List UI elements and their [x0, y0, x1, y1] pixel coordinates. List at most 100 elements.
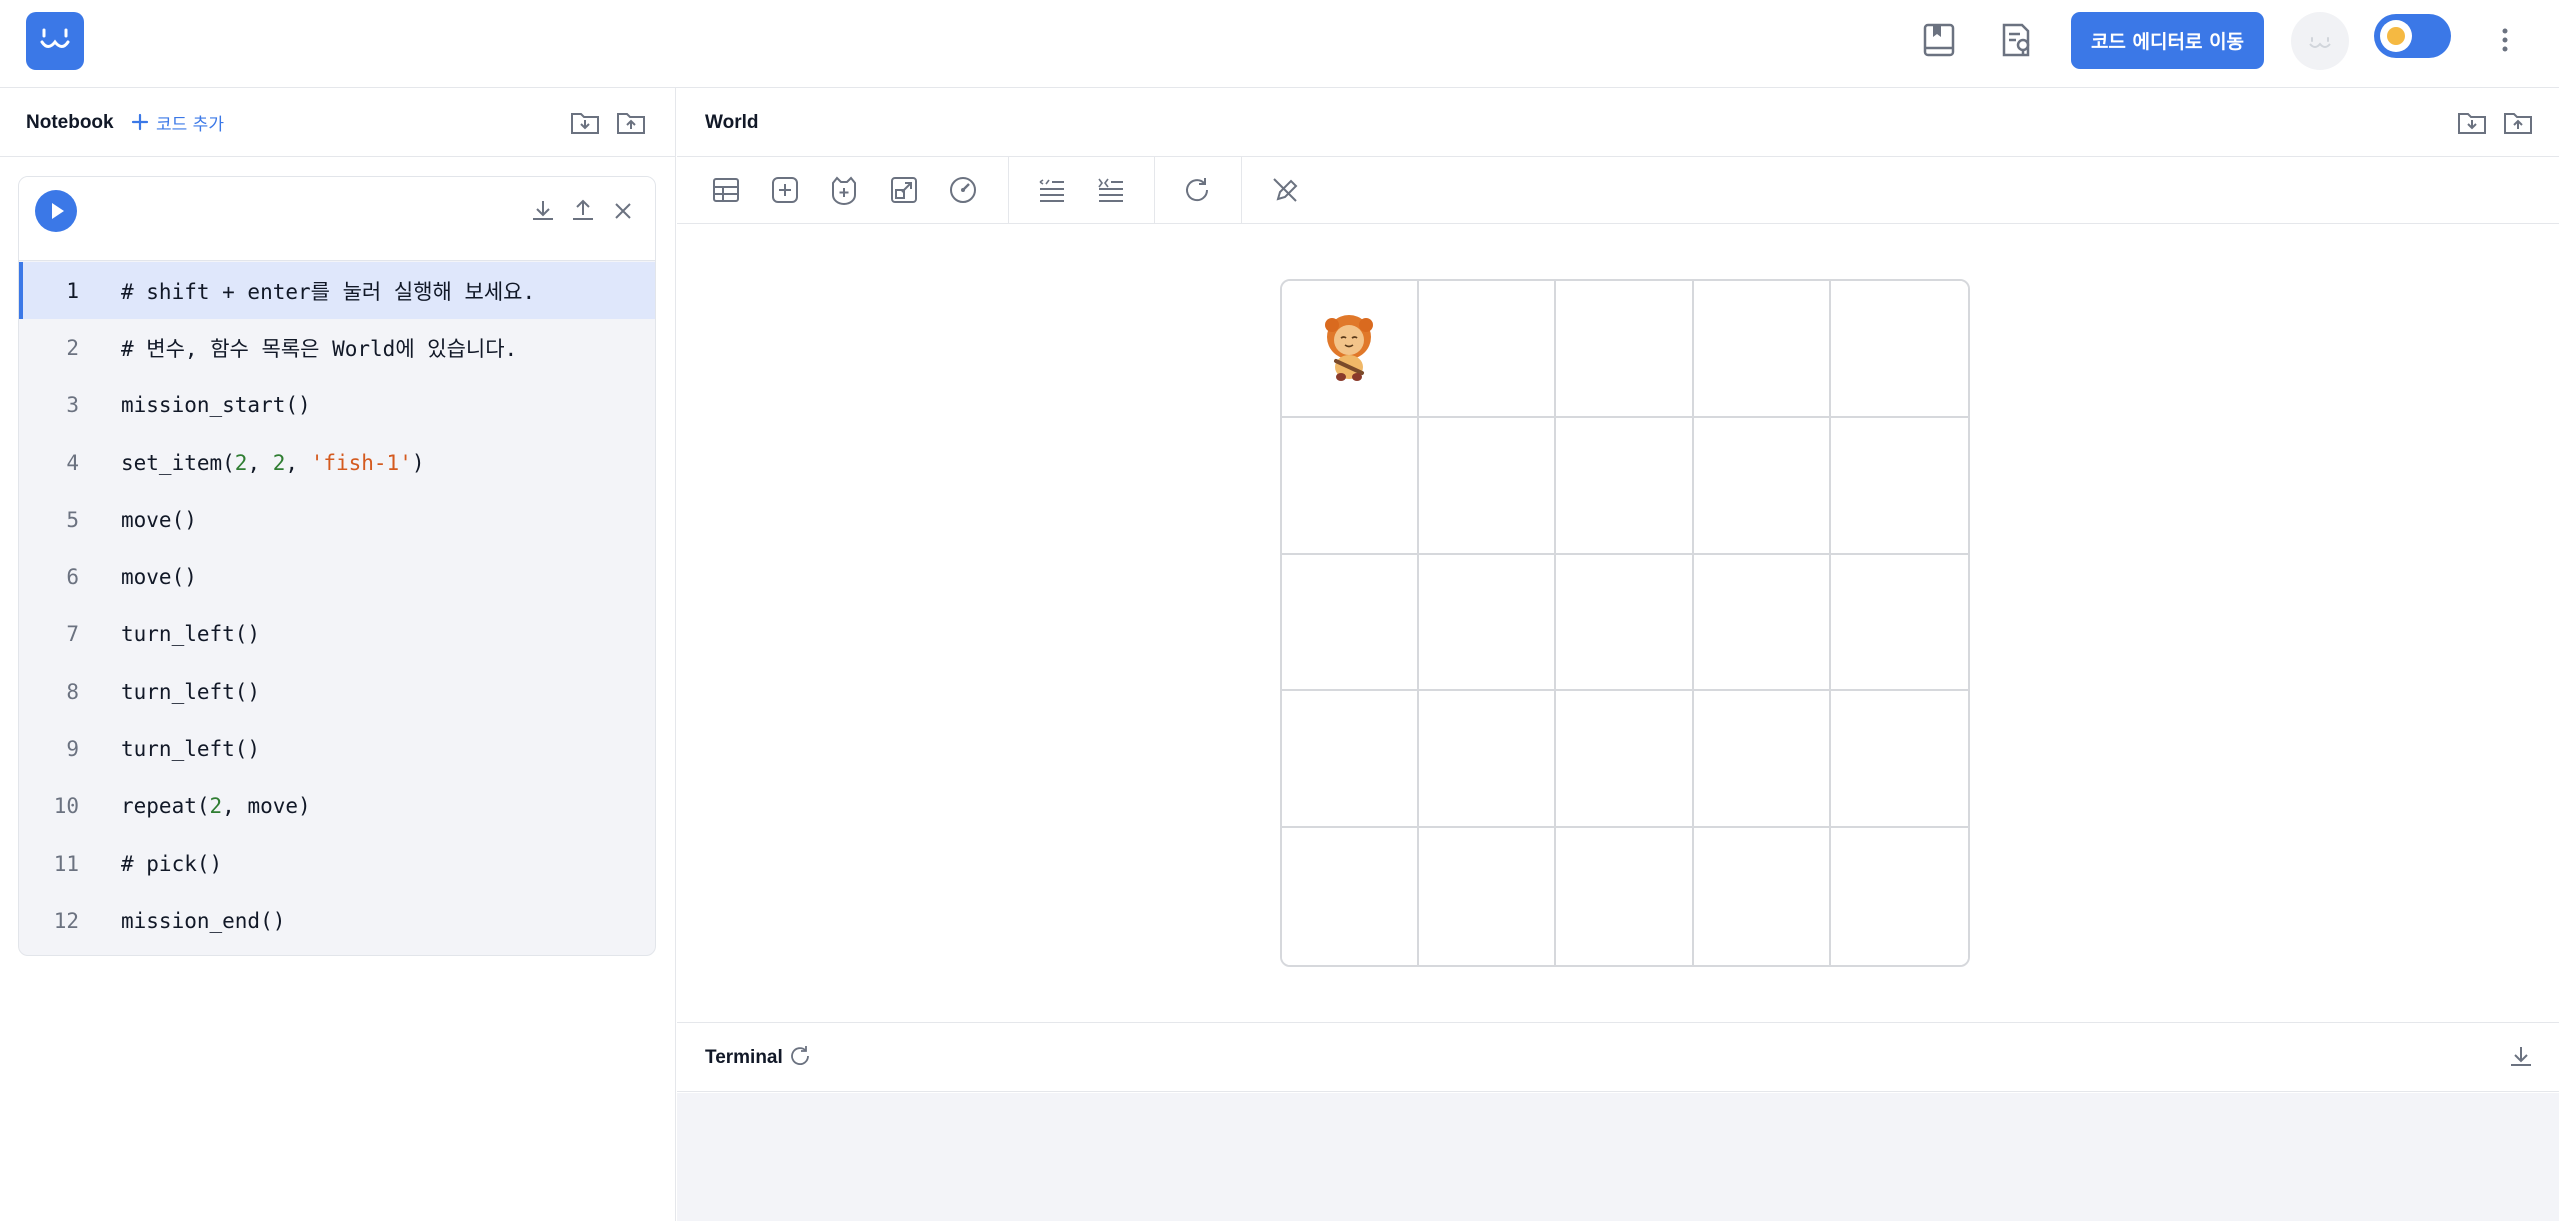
- folder-upload-icon[interactable]: [615, 106, 647, 138]
- code-line[interactable]: 2 # 변수, 함수 목록은 World에 있습니다.: [19, 319, 655, 376]
- plus-icon: [131, 113, 149, 131]
- number-literal: 2: [272, 450, 286, 475]
- world-grid[interactable]: [1280, 279, 1970, 967]
- line-number: 7: [66, 622, 79, 647]
- speed-gauge-icon[interactable]: [946, 173, 980, 207]
- run-button[interactable]: [35, 190, 77, 232]
- world-title: World: [705, 112, 759, 133]
- code-text: # 변수, 함수 목록은 World에 있습니다.: [121, 336, 518, 361]
- more-vertical-icon[interactable]: [2490, 20, 2520, 60]
- world-header: World: [677, 88, 2559, 157]
- folder-download-icon[interactable]: [2456, 106, 2488, 138]
- code-text: mission_start(): [121, 393, 311, 418]
- code-text: move(): [121, 507, 197, 532]
- code-line[interactable]: 7 turn_left(): [19, 606, 655, 663]
- grid-cell[interactable]: [1419, 691, 1557, 829]
- app-logo[interactable]: [26, 12, 84, 70]
- code-line[interactable]: 11 # pick(): [19, 835, 655, 892]
- toolbar-divider: [1154, 157, 1155, 224]
- code-line[interactable]: 5 move(): [19, 491, 655, 548]
- line-number: 3: [66, 393, 79, 418]
- book-icon[interactable]: [1919, 20, 1959, 60]
- grid-cell[interactable]: [1282, 554, 1420, 692]
- theme-toggle[interactable]: [2374, 14, 2451, 58]
- code-text: turn_left(): [121, 679, 261, 704]
- grid-size-icon[interactable]: [709, 173, 743, 207]
- line-number: 9: [66, 737, 79, 762]
- grid-cell[interactable]: [1693, 828, 1831, 965]
- grid-cell[interactable]: [1282, 281, 1420, 418]
- grid-cell[interactable]: [1419, 281, 1557, 418]
- download-icon[interactable]: [529, 197, 557, 225]
- grid-cell[interactable]: [1556, 554, 1694, 692]
- variable-list-icon[interactable]: [1094, 173, 1128, 207]
- go-to-code-editor-button[interactable]: 코드 에디터로 이동: [2071, 12, 2264, 69]
- line-number: 11: [53, 851, 79, 876]
- line-number: 6: [66, 565, 79, 590]
- grid-cell[interactable]: [1556, 828, 1694, 965]
- line-number: 5: [66, 507, 79, 532]
- avatar-face-icon: [2309, 37, 2331, 48]
- code-editor[interactable]: 1 # shift + enter를 눌러 실행해 보세요. 2 # 변수, 함…: [19, 262, 655, 950]
- line-number: 8: [66, 679, 79, 704]
- grid-cell[interactable]: [1556, 417, 1694, 555]
- code-text: repeat(2, move): [121, 794, 311, 819]
- code-line[interactable]: 3 mission_start(): [19, 377, 655, 434]
- grid-cell[interactable]: [1419, 417, 1557, 555]
- grid-cell[interactable]: [1556, 691, 1694, 829]
- toolbar-divider: [1241, 157, 1242, 224]
- reset-icon[interactable]: [1180, 173, 1214, 207]
- code-line[interactable]: 6 move(): [19, 548, 655, 605]
- grid-cell[interactable]: [1830, 691, 1968, 829]
- code-line[interactable]: 1 # shift + enter를 눌러 실행해 보세요.: [19, 262, 655, 320]
- code-line[interactable]: 12 mission_end(): [19, 892, 655, 949]
- code-line[interactable]: 9 turn_left(): [19, 720, 655, 777]
- code-line[interactable]: 4 set_item(2, 2, 'fish-1'): [19, 434, 655, 491]
- code-line[interactable]: 8 turn_left(): [19, 663, 655, 720]
- grid-cell[interactable]: [1693, 691, 1831, 829]
- avatar[interactable]: [2291, 12, 2349, 70]
- grid-cell[interactable]: [1830, 281, 1968, 418]
- notebook-pane: Notebook 코드 추가 1 # shift + enter를 눌러 실행해…: [0, 88, 676, 1221]
- code-text: turn_left(): [121, 622, 261, 647]
- grid-cell[interactable]: [1282, 691, 1420, 829]
- upload-icon[interactable]: [569, 197, 597, 225]
- grid-cell[interactable]: [1556, 281, 1694, 418]
- download-icon[interactable]: [2507, 1043, 2535, 1071]
- pencil-off-icon[interactable]: [1268, 173, 1302, 207]
- toolbar-divider: [1008, 157, 1009, 224]
- folder-download-icon[interactable]: [569, 106, 601, 138]
- cell-toolbar: [19, 177, 655, 261]
- refresh-icon[interactable]: [787, 1043, 813, 1069]
- grid-cell[interactable]: [1419, 554, 1557, 692]
- play-icon: [52, 203, 64, 219]
- code-list-icon[interactable]: [1035, 173, 1069, 207]
- grid-cell[interactable]: [1693, 281, 1831, 418]
- code-text: move(): [121, 565, 197, 590]
- grid-cell[interactable]: [1419, 828, 1557, 965]
- add-code-button[interactable]: 코드 추가: [130, 108, 224, 136]
- grid-cell[interactable]: [1693, 417, 1831, 555]
- document-search-icon[interactable]: [1996, 20, 2036, 60]
- grid-cell[interactable]: [1830, 417, 1968, 555]
- grid-cell[interactable]: [1830, 554, 1968, 692]
- string-literal: 'fish-1': [310, 450, 412, 475]
- code-line[interactable]: 10 repeat(2, move): [19, 778, 655, 835]
- grid-cell[interactable]: [1282, 828, 1420, 965]
- add-item-icon[interactable]: [768, 173, 802, 207]
- grid-cell[interactable]: [1693, 554, 1831, 692]
- grid-cell[interactable]: [1282, 417, 1420, 555]
- terminal-output[interactable]: [677, 1093, 2559, 1221]
- number-literal: 2: [234, 450, 248, 475]
- grid-cell[interactable]: [1830, 828, 1968, 965]
- close-icon[interactable]: [609, 197, 637, 225]
- line-number: 1: [66, 278, 79, 303]
- folder-upload-icon[interactable]: [2502, 106, 2534, 138]
- resize-icon[interactable]: [887, 173, 921, 207]
- add-character-icon[interactable]: [827, 173, 861, 207]
- code-text: # pick(): [121, 851, 223, 876]
- top-bar: 코드 에디터로 이동: [0, 0, 2559, 88]
- world-toolbar: [677, 157, 2559, 224]
- notebook-title: Notebook: [26, 112, 114, 133]
- code-text: set_item(2, 2, 'fish-1'): [121, 450, 425, 475]
